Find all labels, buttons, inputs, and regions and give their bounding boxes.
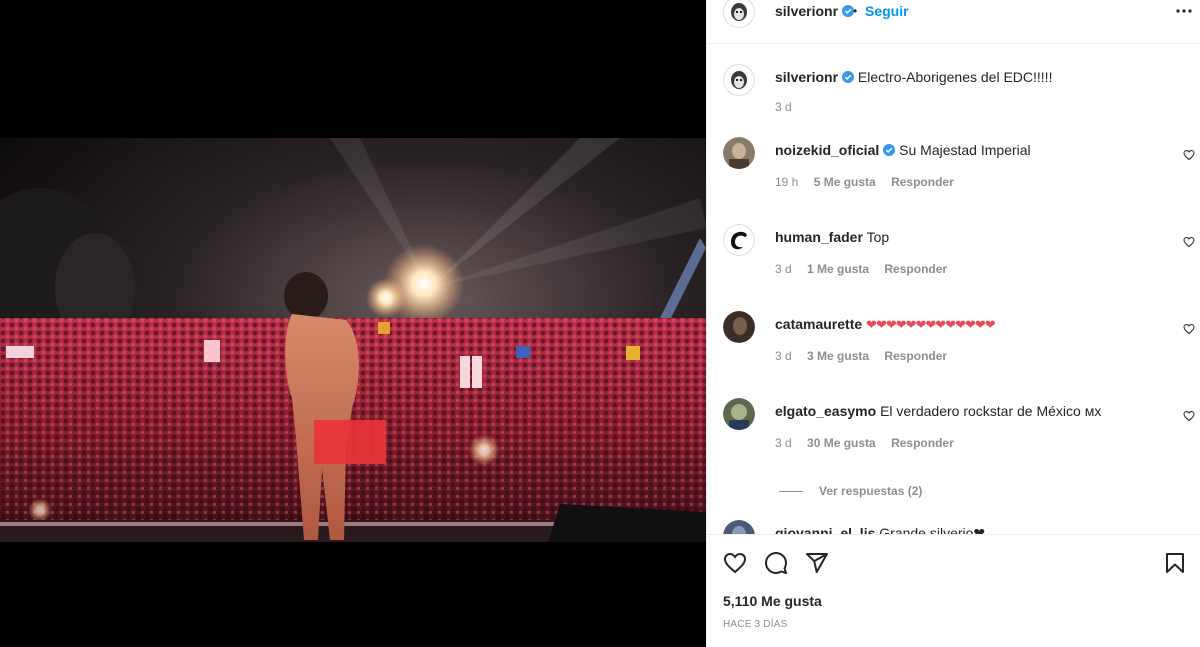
comment-meta: 3 d 1 Me gusta Responder (775, 262, 959, 276)
comment-username[interactable]: catamaurette (775, 316, 862, 332)
comment-text: Grande silverio❤ (879, 525, 986, 534)
heart-icon[interactable] (1183, 236, 1195, 248)
commenter-avatar[interactable] (723, 398, 755, 430)
comment-username[interactable]: elgato_easymo (775, 403, 876, 419)
comment-text: El verdadero rockstar de México ᴍx (880, 403, 1102, 419)
caption-username[interactable]: silverionr (775, 69, 838, 85)
caption-avatar[interactable] (723, 64, 755, 96)
bookmark-icon[interactable] (1163, 551, 1187, 575)
comment-text-row: noizekid_oficial Su Majestad Imperial (775, 141, 1175, 159)
post-actions: 5,110 Me gusta HACE 3 DÍAS (707, 534, 1200, 647)
more-icon[interactable] (1175, 4, 1193, 18)
comment-text-row: giovanni_el_lis Grande silverio❤ (775, 524, 1175, 534)
separator-dot: • (853, 4, 858, 18)
comment-meta: 19 h 5 Me gusta Responder (775, 175, 966, 189)
commenter-avatar[interactable] (723, 137, 755, 169)
replies-divider (779, 491, 803, 493)
heart-icon[interactable] (1183, 149, 1195, 161)
comment-icon[interactable] (764, 551, 788, 575)
comment-text: Top (866, 229, 890, 245)
author-username-row[interactable]: silverionr (775, 3, 855, 19)
comment-text: ❤❤❤❤❤❤❤❤❤❤❤❤❤ (866, 317, 996, 332)
comment-text-row: human_fader Top (775, 228, 1175, 246)
commenter-avatar[interactable] (723, 520, 755, 534)
commenter-avatar[interactable] (723, 311, 755, 343)
author-username[interactable]: silverionr (775, 3, 838, 19)
comment-meta: 3 d 3 Me gusta Responder (775, 349, 959, 363)
author-avatar[interactable] (723, 0, 755, 28)
caption-meta: 3 d (775, 100, 804, 114)
comment-likes[interactable]: 3 Me gusta (807, 349, 869, 363)
verified-icon (842, 71, 855, 83)
likes-count[interactable]: 5,110 Me gusta (723, 593, 822, 609)
share-icon[interactable] (805, 551, 829, 575)
comment-username[interactable]: giovanni_el_lis (775, 525, 875, 534)
instagram-post-view: silverionr • Seguir silverionr Electro-A… (0, 0, 1200, 647)
comment-time[interactable]: 19 h (775, 175, 798, 189)
post-header: silverionr • Seguir (707, 0, 1200, 44)
commenter-avatar[interactable] (723, 224, 755, 256)
comment-text: Su Majestad Imperial (899, 142, 1031, 158)
post-photo[interactable] (0, 138, 706, 542)
comment-time[interactable]: 3 d (775, 349, 792, 363)
comment-likes[interactable]: 5 Me gusta (814, 175, 876, 189)
post-sidebar: silverionr • Seguir silverionr Electro-A… (706, 0, 1200, 647)
heart-icon[interactable] (723, 551, 747, 575)
heart-icon[interactable] (1183, 410, 1195, 422)
post-media (0, 0, 706, 647)
caption-time[interactable]: 3 d (775, 100, 792, 114)
reply-button[interactable]: Responder (884, 262, 947, 276)
comment-time[interactable]: 3 d (775, 436, 792, 450)
view-replies-label: Ver respuestas (2) (819, 484, 923, 498)
view-replies-button[interactable]: Ver respuestas (2) (779, 484, 922, 498)
post-date[interactable]: HACE 3 DÍAS (723, 619, 787, 630)
caption-text-row: silverionr Electro-Aborigenes del EDC!!!… (775, 68, 1175, 86)
reply-button[interactable]: Responder (891, 436, 954, 450)
comment-meta: 3 d 30 Me gusta Responder (775, 436, 966, 450)
comment-time[interactable]: 3 d (775, 262, 792, 276)
caption-text: Electro-Aborigenes del EDC!!!!! (857, 69, 1053, 85)
concert-photo-image (0, 138, 706, 542)
follow-button[interactable]: Seguir (865, 4, 909, 18)
comment-likes[interactable]: 30 Me gusta (807, 436, 876, 450)
reply-button[interactable]: Responder (884, 349, 947, 363)
heart-icon[interactable] (1183, 323, 1195, 335)
comments-list[interactable]: silverionr Electro-Aborigenes del EDC!!!… (707, 44, 1200, 534)
verified-icon (883, 144, 896, 156)
comment-likes[interactable]: 1 Me gusta (807, 262, 869, 276)
comment-text-row: elgato_easymo El verdadero rockstar de M… (775, 402, 1175, 420)
comment-text-row: catamaurette ❤❤❤❤❤❤❤❤❤❤❤❤❤ (775, 315, 1175, 334)
comment-username[interactable]: human_fader (775, 229, 863, 245)
reply-button[interactable]: Responder (891, 175, 954, 189)
comment-username[interactable]: noizekid_oficial (775, 142, 879, 158)
